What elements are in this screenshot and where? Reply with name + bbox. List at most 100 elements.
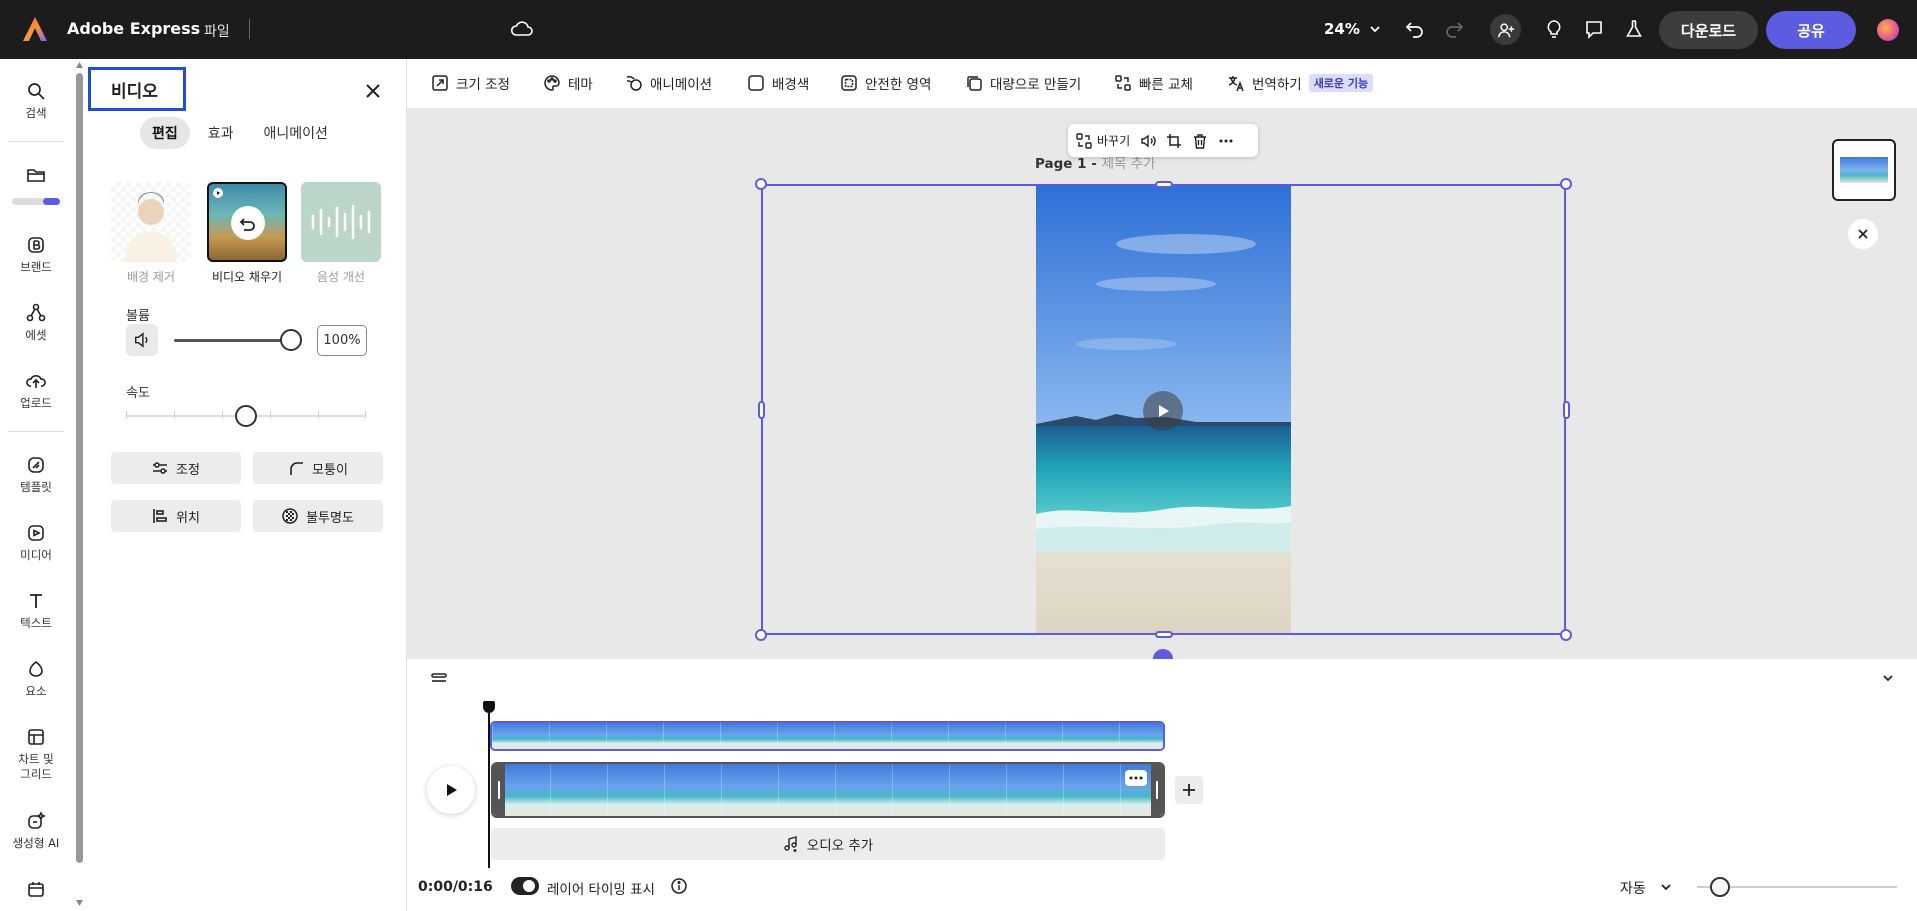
background-color-button[interactable]: 배경색	[747, 73, 809, 93]
selection-box	[761, 184, 1566, 635]
adobe-express-logo[interactable]	[22, 16, 48, 42]
chevron-down-icon[interactable]	[1881, 671, 1895, 685]
add-clip-button[interactable]	[1175, 776, 1203, 804]
tab-effects[interactable]: 효과	[196, 117, 246, 149]
speed-slider-thumb[interactable]	[235, 405, 257, 427]
rail-item-brand[interactable]: 브랜드	[0, 235, 72, 275]
rail-scrollbar[interactable]	[74, 59, 84, 911]
speaker-icon[interactable]	[1140, 133, 1156, 149]
quick-swap-button[interactable]: 빠른 교체	[1114, 73, 1193, 93]
position-button[interactable]: 위치	[111, 500, 241, 532]
timeline-toggle-icon[interactable]	[431, 672, 447, 684]
close-icon[interactable]	[364, 82, 382, 100]
speed-tick	[318, 411, 319, 419]
add-audio-button[interactable]: 오디오 추가	[491, 828, 1165, 860]
more-icon[interactable]	[1218, 133, 1234, 149]
video-clip-frames	[493, 764, 1163, 816]
chevron-down-icon[interactable]	[1368, 22, 1382, 36]
zoom-level[interactable]: 24%	[1324, 20, 1360, 38]
sliders-icon	[153, 462, 168, 474]
rail-item-text[interactable]: 텍스트	[0, 591, 72, 631]
redo-icon[interactable]	[1442, 17, 1466, 41]
ctx-label: 애니메이션	[650, 77, 713, 93]
flask-icon[interactable]	[1622, 17, 1646, 41]
replace-button[interactable]: 바꾸기	[1076, 132, 1130, 149]
animation-icon	[626, 76, 642, 91]
resize-handle-bottom[interactable]	[1155, 631, 1173, 638]
resize-handle-right[interactable]	[1563, 401, 1570, 419]
rotate-handle[interactable]	[1153, 649, 1173, 659]
page-thumbnail[interactable]	[1832, 139, 1896, 201]
translate-button[interactable]: 번역하기 새로운 기능	[1227, 73, 1374, 93]
trim-handle-right[interactable]	[1151, 764, 1163, 816]
resize-handle-bottom-left[interactable]	[755, 629, 767, 641]
volume-slider-track[interactable]	[174, 339, 290, 342]
volume-slider-thumb[interactable]	[280, 329, 302, 351]
cloud-save-icon[interactable]	[510, 19, 534, 39]
adjust-button[interactable]: 조정	[111, 452, 241, 484]
info-icon[interactable]	[670, 877, 688, 895]
playhead[interactable]	[488, 703, 490, 868]
background-color-icon	[748, 75, 764, 91]
rail-item-search[interactable]: 검색	[0, 81, 72, 121]
bulk-create-button[interactable]: 대량으로 만들기	[965, 73, 1081, 93]
resize-handle-top-right[interactable]	[1560, 178, 1572, 190]
animation-button[interactable]: 애니메이션	[625, 73, 712, 93]
assets-icon	[26, 303, 46, 322]
tab-edit[interactable]: 편집	[140, 117, 190, 149]
scroll-up-icon[interactable]	[75, 61, 84, 69]
timeline-play-button[interactable]	[427, 766, 475, 814]
tab-animation[interactable]: 애니메이션	[252, 117, 340, 149]
comment-icon[interactable]	[1582, 17, 1606, 41]
avatar[interactable]	[1877, 19, 1899, 41]
trash-icon[interactable]	[1192, 133, 1208, 149]
close-pages-button[interactable]	[1848, 219, 1878, 249]
resize-handle-left[interactable]	[758, 401, 765, 419]
layer-timing-toggle[interactable]	[511, 877, 539, 895]
lightbulb-icon[interactable]	[1542, 17, 1566, 41]
chevron-down-icon[interactable]	[1659, 880, 1673, 894]
rail-item-media[interactable]: 미디어	[0, 523, 72, 563]
timeline-zoom-thumb[interactable]	[1710, 877, 1730, 897]
rail-scrollbar-thumb[interactable]	[76, 73, 83, 863]
crop-icon[interactable]	[1166, 133, 1182, 149]
scroll-down-icon[interactable]	[75, 899, 84, 907]
rail-item-upload[interactable]: 업로드	[0, 371, 72, 411]
button-label: 조정	[176, 462, 200, 478]
video-clip[interactable]	[491, 762, 1165, 818]
rail-item-files[interactable]	[0, 165, 72, 190]
palette-icon	[544, 75, 560, 91]
video-panel: 비디오 편집 효과 애니메이션 배경 제거 비디오 채우기 음성 개선 볼륨 1…	[86, 59, 407, 911]
rail-item-templates[interactable]: 템플릿	[0, 455, 72, 495]
rail-item-elements[interactable]: 요소	[0, 659, 72, 699]
file-menu[interactable]: 파일	[204, 21, 230, 41]
undo-icon[interactable]	[1403, 17, 1427, 41]
volume-value-input[interactable]: 100%	[317, 325, 367, 356]
feature-remove-background[interactable]: 배경 제거	[111, 182, 191, 285]
resize-handle-top[interactable]	[1155, 181, 1173, 188]
safe-zone-button[interactable]: 안전한 영역	[840, 73, 931, 93]
corner-button[interactable]: 모퉁이	[253, 452, 383, 484]
page-title-placeholder[interactable]: 제목 추가	[1102, 156, 1156, 172]
rail-item-charts-grids[interactable]: 차트 및 그리드	[0, 727, 72, 782]
rail-item-schedule[interactable]	[0, 879, 72, 904]
plus-icon	[1183, 784, 1195, 796]
mute-button[interactable]	[126, 324, 158, 356]
rail-item-generative-ai[interactable]: 생성형 AI	[0, 811, 72, 851]
resize-handle-top-left[interactable]	[755, 178, 767, 190]
rail-item-assets[interactable]: 에셋	[0, 303, 72, 343]
ctx-label: 크기 조정	[456, 77, 510, 93]
share-button[interactable]: 공유	[1766, 11, 1856, 49]
download-button[interactable]: 다운로드	[1659, 11, 1758, 49]
page-track[interactable]	[490, 721, 1165, 751]
resize-handle-bottom-right[interactable]	[1560, 629, 1572, 641]
opacity-button[interactable]: 불투명도	[253, 500, 383, 532]
invite-user-button[interactable]	[1490, 14, 1521, 45]
feature-video-fill[interactable]: 비디오 채우기	[207, 182, 287, 285]
feature-enhance-speech[interactable]: 음성 개선	[301, 182, 381, 285]
resize-button[interactable]: 크기 조정	[431, 73, 510, 93]
zoom-mode-select[interactable]: 자동	[1620, 878, 1646, 898]
clip-more-button[interactable]	[1125, 770, 1147, 786]
trim-handle-left[interactable]	[493, 764, 505, 816]
theme-button[interactable]: 테마	[543, 73, 593, 93]
